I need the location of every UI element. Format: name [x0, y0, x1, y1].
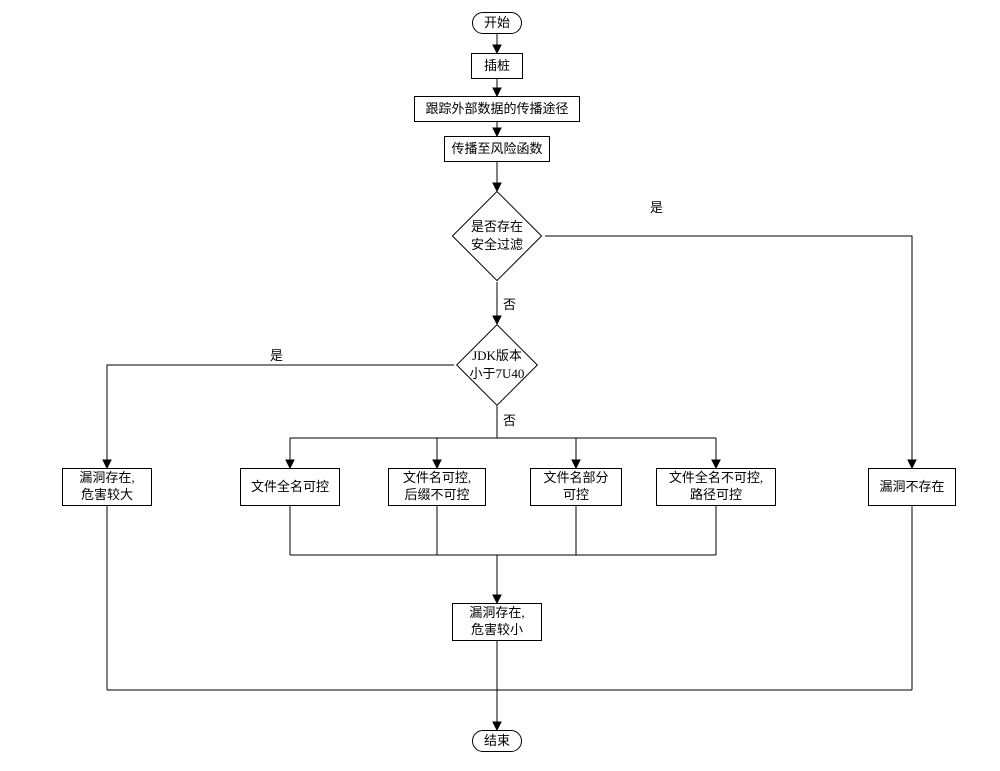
branch-name-partial-controllable: 文件名部分 可控 — [530, 468, 622, 506]
decision-security-filter — [465, 204, 529, 268]
track-label: 跟踪外部数据的传播途径 — [425, 101, 568, 118]
branch-name-not-controllable-path-controllable: 文件全名不可控, 路径可控 — [656, 468, 776, 506]
start-label: 开始 — [484, 15, 510, 32]
end-label: 结束 — [484, 733, 510, 750]
instrument-label: 插桩 — [484, 58, 510, 75]
name-full-ctl-label: 文件全名可控 — [251, 479, 329, 496]
edge-label-filter-yes: 是 — [650, 197, 663, 216]
process-instrument: 插桩 — [471, 53, 523, 79]
outcome-vuln-big: 漏洞存在, 危害较大 — [62, 468, 152, 506]
vuln-big-label: 漏洞存在, 危害较大 — [79, 470, 134, 504]
outcome-vuln-small: 漏洞存在, 危害较小 — [452, 603, 542, 641]
decision-jdk-version — [468, 336, 526, 394]
process-track: 跟踪外部数据的传播途径 — [414, 96, 580, 122]
end-terminator: 结束 — [472, 730, 522, 752]
name-ctl-suffix-not-label: 文件名可控, 后缀不可控 — [403, 470, 471, 504]
process-propagate: 传播至风险函数 — [444, 136, 550, 162]
edge-label-filter-no: 否 — [503, 294, 516, 313]
edge-label-jdk-yes: 是 — [270, 345, 283, 364]
edge-label-jdk-no: 否 — [503, 410, 516, 429]
outcome-vuln-none: 漏洞不存在 — [868, 468, 956, 506]
vuln-small-label: 漏洞存在, 危害较小 — [469, 605, 524, 639]
name-partial-ctl-label: 文件名部分 可控 — [543, 470, 608, 504]
propagate-label: 传播至风险函数 — [451, 141, 542, 158]
start-terminator: 开始 — [472, 12, 522, 34]
branch-name-full-controllable: 文件全名可控 — [240, 468, 340, 506]
vuln-none-label: 漏洞不存在 — [879, 479, 944, 496]
branch-name-controllable-suffix-not: 文件名可控, 后缀不可控 — [388, 468, 486, 506]
name-not-ctl-path-ctl-label: 文件全名不可控, 路径可控 — [669, 470, 763, 504]
flowchart-canvas: 开始 插桩 跟踪外部数据的传播途径 传播至风险函数 是否存在 安全过滤 JDK版… — [0, 0, 1000, 771]
